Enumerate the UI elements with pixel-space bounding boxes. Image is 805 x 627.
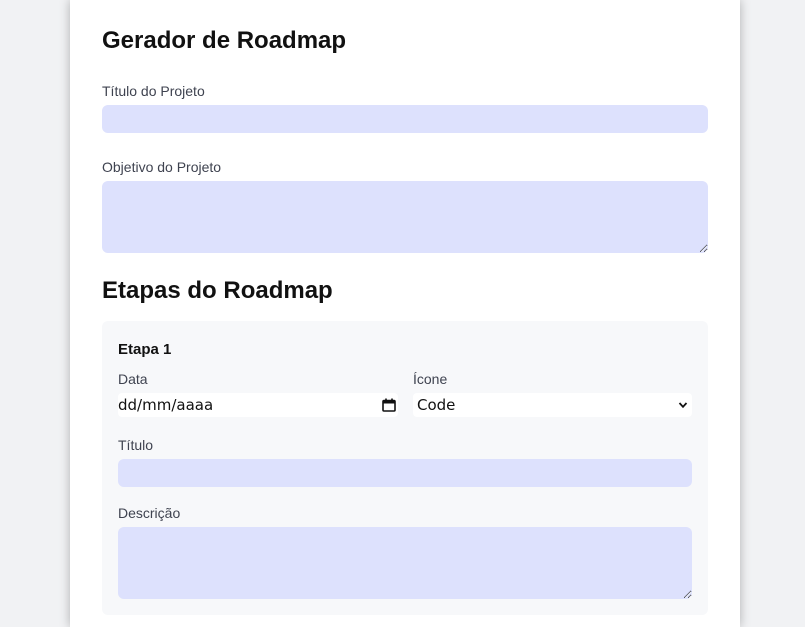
project-title-label: Título do Projeto xyxy=(102,83,205,99)
roadmap-form-card: Gerador de Roadmap Título do Projeto Obj… xyxy=(70,0,740,627)
page-title: Gerador de Roadmap xyxy=(102,27,347,54)
step-date-input[interactable]: dd/mm/aaaa xyxy=(118,393,398,417)
step-description-textarea[interactable] xyxy=(118,527,692,599)
step-title-input[interactable] xyxy=(118,459,692,487)
chevron-down-icon xyxy=(678,402,688,409)
step-icon-selected-value: Code xyxy=(417,396,456,414)
step-date-placeholder: dd/mm/aaaa xyxy=(118,396,214,414)
project-goal-label: Objetivo do Projeto xyxy=(102,159,222,175)
step-title: Etapa 1 xyxy=(118,341,172,358)
calendar-icon[interactable] xyxy=(382,398,396,412)
step-description-label: Descrição xyxy=(118,505,181,521)
step-title-label: Título xyxy=(118,437,154,453)
step-icon-label: Ícone xyxy=(413,371,448,387)
step-icon-select[interactable]: Code xyxy=(413,393,692,417)
project-goal-textarea[interactable] xyxy=(102,181,708,253)
project-title-input[interactable] xyxy=(102,105,708,133)
step-date-label: Data xyxy=(118,371,148,387)
roadmap-step-panel: Etapa 1 Data dd/mm/aaaa Ícone Code Títul… xyxy=(102,321,708,615)
steps-heading: Etapas do Roadmap xyxy=(102,277,333,304)
